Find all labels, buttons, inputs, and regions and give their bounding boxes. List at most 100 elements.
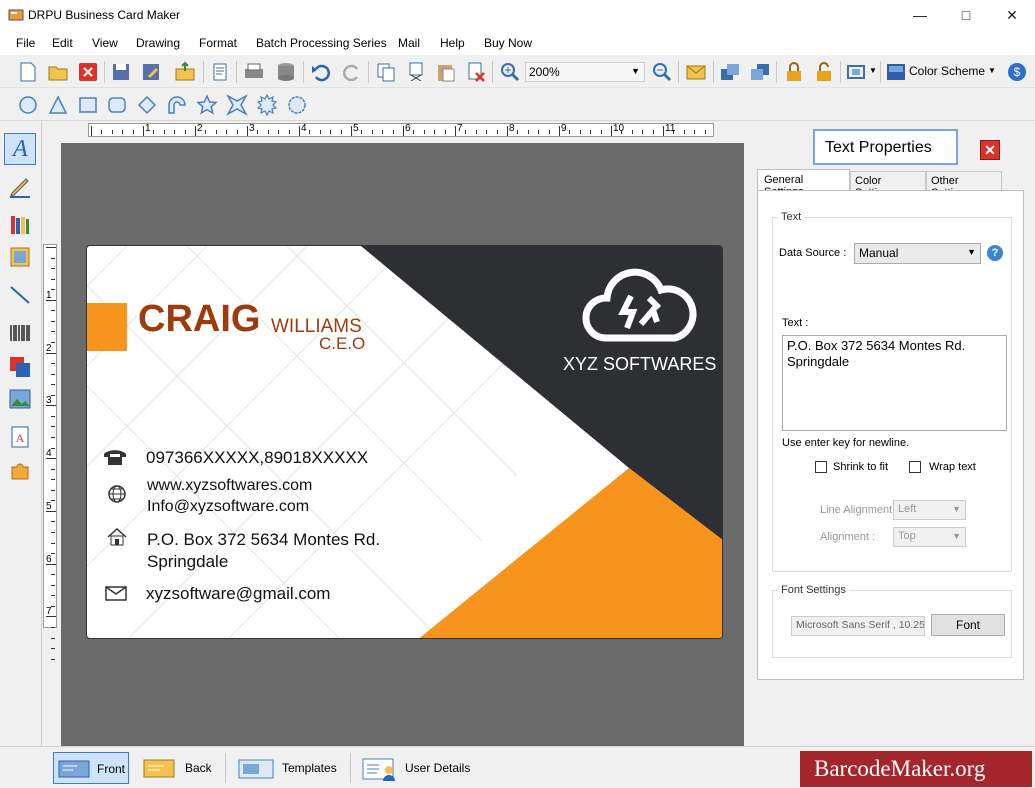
ruler-tick <box>51 363 55 365</box>
color-scheme-label[interactable]: Color Scheme <box>909 64 985 78</box>
library-icon[interactable] <box>8 213 32 237</box>
wrap-text-checkbox[interactable] <box>909 461 921 473</box>
arc-icon[interactable] <box>166 94 188 116</box>
font-button[interactable]: Font <box>931 614 1005 636</box>
panel-close-icon[interactable]: ✕ <box>980 140 1000 160</box>
menu-mail[interactable]: Mail <box>398 36 420 50</box>
card-info-email[interactable]: Info@xyzsoftware.com <box>147 498 309 516</box>
minimize-button[interactable]: — <box>897 0 943 31</box>
ruler-tick <box>340 130 342 134</box>
menu-edit[interactable]: Edit <box>52 36 73 50</box>
burst-icon[interactable] <box>256 94 278 116</box>
print-icon[interactable] <box>243 61 265 83</box>
save-as-icon[interactable] <box>140 61 162 83</box>
zoom-out-icon[interactable] <box>651 61 673 83</box>
ruler-tick <box>382 130 384 134</box>
paste-icon[interactable] <box>435 61 457 83</box>
diamond-icon[interactable] <box>136 94 158 116</box>
picture-icon[interactable] <box>8 387 32 411</box>
new-icon[interactable] <box>17 61 39 83</box>
barcode-icon[interactable] <box>8 321 32 345</box>
front-tab[interactable]: Front <box>53 752 129 784</box>
cut-icon[interactable] <box>405 61 427 83</box>
data-source-select[interactable]: Manual ▼ <box>854 243 981 264</box>
image-icon[interactable] <box>8 245 32 269</box>
tab-color-settings[interactable]: Color Settings <box>850 171 926 199</box>
rounded-rectangle-icon[interactable] <box>106 94 128 116</box>
rectangle-icon[interactable] <box>77 94 99 116</box>
card-first-name[interactable]: CRAIG <box>138 298 260 341</box>
text-tool-button[interactable]: A <box>4 133 36 165</box>
triangle-icon[interactable] <box>47 94 69 116</box>
text-document-icon[interactable]: A <box>8 425 32 449</box>
puzzle-icon[interactable] <box>8 459 32 483</box>
menu-help[interactable]: Help <box>440 36 465 50</box>
line-alignment-value: Left <box>898 503 917 515</box>
open-icon[interactable] <box>47 61 69 83</box>
ellipse-icon[interactable] <box>17 94 39 116</box>
cloud-logo-icon[interactable] <box>581 268 699 344</box>
zoom-in-icon[interactable] <box>499 61 521 83</box>
line-icon[interactable] <box>8 283 32 307</box>
send-back-icon[interactable] <box>749 61 771 83</box>
menu-format[interactable]: Format <box>199 36 237 50</box>
card-website[interactable]: www.xyzsoftwares.com <box>147 477 312 495</box>
ruler-tick <box>46 247 56 248</box>
card-phone[interactable]: 097366XXXXX,89018XXXXX <box>146 448 368 468</box>
seal-icon[interactable] <box>286 94 308 116</box>
business-card[interactable]: CRAIG WILLIAMS C.E.O XYZ SOFTWARES 09736… <box>86 245 723 639</box>
user-details-tab[interactable]: User Details <box>360 752 480 784</box>
ruler-tick <box>579 130 581 134</box>
ruler-tick <box>351 126 352 136</box>
star-icon[interactable] <box>196 94 218 116</box>
close-doc-icon[interactable] <box>77 61 99 83</box>
card-designation[interactable]: C.E.O <box>319 334 365 354</box>
card-company[interactable]: XYZ SOFTWARES <box>563 354 716 375</box>
chevron-down-icon[interactable]: ▼ <box>988 66 996 75</box>
lock-icon[interactable] <box>783 61 805 83</box>
menu-file[interactable]: File <box>16 36 35 50</box>
menu-view[interactable]: View <box>92 36 118 50</box>
user-details-label: User Details <box>405 761 471 775</box>
ruler-tick <box>361 130 363 134</box>
tab-other-settings[interactable]: Other Settings <box>926 171 1002 199</box>
bring-front-icon[interactable] <box>719 61 741 83</box>
card-email[interactable]: xyzsoftware@gmail.com <box>146 584 330 604</box>
fit-view-icon[interactable] <box>845 61 867 83</box>
mail-icon[interactable] <box>685 61 707 83</box>
close-button[interactable]: ✕ <box>989 0 1035 31</box>
tab-general-settings[interactable]: General Settings <box>757 169 850 198</box>
ruler-tick <box>51 468 55 470</box>
redo-icon[interactable] <box>341 61 363 83</box>
buy-icon[interactable]: $ <box>1006 61 1028 83</box>
templates-tab[interactable]: Templates <box>236 752 346 784</box>
ruler-label: 6 <box>405 123 411 134</box>
pencil-icon[interactable] <box>8 175 32 199</box>
export-icon[interactable] <box>174 61 196 83</box>
star4-icon[interactable] <box>226 94 248 116</box>
database-icon[interactable] <box>275 61 297 83</box>
delete-icon[interactable] <box>465 61 487 83</box>
text-label: Text : <box>782 317 809 329</box>
ruler-label: 1 <box>145 123 151 134</box>
unlock-icon[interactable] <box>813 61 835 83</box>
menu-drawing[interactable]: Drawing <box>136 36 180 50</box>
card-address-line1[interactable]: P.O. Box 372 5634 Montes Rd. <box>147 530 380 550</box>
back-tab[interactable]: Back <box>141 752 217 784</box>
zoom-select[interactable]: 200% ▼ <box>525 62 645 82</box>
shapes-library-icon[interactable] <box>8 355 32 379</box>
menu-batch-processing[interactable]: Batch Processing Series <box>256 36 387 50</box>
card-address-line2[interactable]: Springdale <box>147 552 228 572</box>
properties-icon[interactable] <box>209 61 231 83</box>
save-icon[interactable] <box>110 61 132 83</box>
chevron-down-icon[interactable]: ▼ <box>869 66 877 75</box>
menu-buy-now[interactable]: Buy Now <box>484 36 532 50</box>
text-input[interactable]: P.O. Box 372 5634 Montes Rd. Springdale <box>782 335 1007 431</box>
shrink-to-fit-checkbox[interactable] <box>815 461 827 473</box>
help-icon[interactable]: ? <box>987 245 1003 261</box>
copy-icon[interactable] <box>375 61 397 83</box>
color-scheme-icon[interactable] <box>885 61 907 83</box>
envelope-icon <box>105 586 127 601</box>
maximize-button[interactable]: □ <box>943 0 989 31</box>
undo-icon[interactable] <box>310 61 332 83</box>
